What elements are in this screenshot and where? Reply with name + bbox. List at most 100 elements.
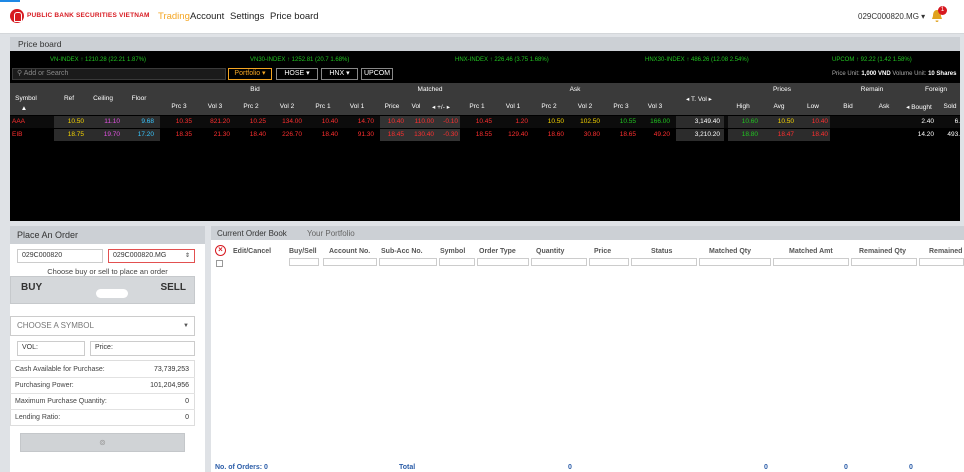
row-ask-prc2: 18.60 <box>547 131 564 138</box>
col-price[interactable]: Price <box>594 248 611 255</box>
hose-filter[interactable]: HOSE ▾ <box>276 68 318 80</box>
col-remained-qty[interactable]: Remained Qty <box>859 248 906 255</box>
row-low: 10.40 <box>811 118 828 125</box>
col-remained[interactable]: Remained <box>929 248 962 255</box>
portfolio-filter[interactable]: Portfolio ▾ <box>228 68 272 80</box>
row-symbol[interactable]: AAA <box>12 118 42 125</box>
filter-sub-acc-no[interactable] <box>379 258 437 266</box>
hnx-filter[interactable]: HNX ▾ <box>321 68 358 80</box>
row-ask-vol1: 1.20 <box>515 118 528 125</box>
price-unit-value: 1,000 VND <box>861 71 891 77</box>
notification-badge: 1 <box>938 6 947 15</box>
brand-logo-icon[interactable] <box>10 9 24 23</box>
upcom-filter[interactable]: UPCOM <box>361 68 393 80</box>
tab-your-portfolio[interactable]: Your Portfolio <box>307 229 355 238</box>
index-vn30[interactable]: VN30-INDEX ↑ 1252.81 (20.7 1.68%) <box>250 57 349 63</box>
index-vnindex[interactable]: VN-INDEX ↑ 1210.28 (22.21 1.87%) <box>50 57 146 63</box>
filter-remained-qty[interactable] <box>851 258 917 266</box>
col-matched-qty[interactable]: Matched Qty <box>709 248 751 255</box>
col-status[interactable]: Status <box>651 248 672 255</box>
col-order-type[interactable]: Order Type <box>479 248 516 255</box>
toggle-switch[interactable] <box>96 289 128 298</box>
col-ask-vol2: Vol 2 <box>577 103 593 110</box>
symbol-search-input[interactable]: ⚲ Add or Search <box>12 68 226 80</box>
row-low: 18.40 <box>811 131 828 138</box>
col-foreign-bought[interactable]: ◂ Bought <box>902 103 936 111</box>
row-bid-prc2: 10.25 <box>249 118 266 125</box>
submit-order-button[interactable]: ⊚ <box>20 433 185 452</box>
info-max-quantity: Maximum Purchase Quantity: 0 <box>10 394 195 410</box>
filter-account-no[interactable] <box>323 258 377 266</box>
board-row[interactable]: AAA 10.50 11.10 9.68 10.35 821.20 10.25 … <box>10 116 960 128</box>
col-symbol[interactable]: Symbol <box>12 95 40 102</box>
row-bid-vol2: 226.70 <box>282 131 302 138</box>
sub-account-select[interactable]: 029C000820.MG ⇕ <box>108 249 195 263</box>
info-label: Lending Ratio: <box>15 414 61 421</box>
symbol-select[interactable]: CHOOSE A SYMBOL ▼ <box>10 316 195 336</box>
filter-buy-sell[interactable] <box>289 258 319 266</box>
col-sub-acc-no[interactable]: Sub-Acc No. <box>381 248 423 255</box>
col-ask-prc2: Prc 2 <box>541 103 557 110</box>
account-number-field[interactable]: 029C000820 <box>17 249 103 263</box>
board-row[interactable]: EIB 18.75 19.70 17.20 18.35 21.30 18.40 … <box>10 129 960 141</box>
total-label: Total <box>399 464 416 471</box>
row-bid-vol3: 821.20 <box>210 118 230 125</box>
row-bid-vol1: 14.70 <box>357 118 374 125</box>
col-matched-amt[interactable]: Matched Amt <box>789 248 833 255</box>
filter-matched-qty[interactable] <box>699 258 771 266</box>
price-board: VN-INDEX ↑ 1210.28 (22.21 1.87%) VN30-IN… <box>10 51 960 221</box>
filter-order-type[interactable] <box>477 258 529 266</box>
cancel-all-icon[interactable]: × <box>215 245 226 256</box>
nav-price-board[interactable]: Price board <box>270 11 319 22</box>
row-high: 18.80 <box>741 131 758 138</box>
sell-label[interactable]: SELL <box>160 282 186 293</box>
unit-info: Price Unit: 1,000 VND Volume Unit: 10 Sh… <box>832 71 956 77</box>
account-menu[interactable]: 029C000820.MG ▾ <box>858 12 925 21</box>
filter-symbol[interactable] <box>439 258 475 266</box>
place-order-title: Place An Order <box>10 226 205 244</box>
select-all-checkbox[interactable] <box>216 260 223 267</box>
nav-settings[interactable]: Settings <box>230 11 264 22</box>
index-hnx30[interactable]: HNX30-INDEX ↑ 486.26 (12.08 2.54%) <box>645 57 749 63</box>
nav-account[interactable]: Account <box>190 11 224 22</box>
group-bid: Bid <box>250 86 260 93</box>
col-bid-vol2: Vol 2 <box>279 103 295 110</box>
sort-up-icon[interactable]: ▲ <box>18 105 30 112</box>
row-ask-vol3: 166.00 <box>650 118 670 125</box>
active-indicator <box>0 0 20 2</box>
col-account-no[interactable]: Account No. <box>329 248 370 255</box>
index-hnx[interactable]: HNX-INDEX ↑ 226.46 (3.75 1.68%) <box>455 57 549 63</box>
buy-label[interactable]: BUY <box>21 282 42 293</box>
row-ref: 18.75 <box>67 131 84 138</box>
col-buy-sell[interactable]: Buy/Sell <box>289 248 317 255</box>
volume-unit-label: Volume Unit: <box>892 71 927 77</box>
filter-status[interactable] <box>631 258 697 266</box>
volume-input[interactable]: VOL: <box>17 341 85 356</box>
row-bid-prc2: 18.40 <box>249 131 266 138</box>
col-symbol[interactable]: Symbol <box>440 248 465 255</box>
row-total-vol: 3,210.20 <box>694 131 720 138</box>
group-prices: Prices <box>772 86 792 93</box>
col-total-vol[interactable]: ◂ T. Vol ▸ <box>676 95 722 103</box>
total-value: 0 <box>764 464 768 471</box>
chevron-down-icon: ▼ <box>183 323 189 329</box>
nav-trading[interactable]: Trading <box>158 11 190 22</box>
row-high: 10.60 <box>741 118 758 125</box>
col-high: High <box>736 103 750 110</box>
filter-quantity[interactable] <box>531 258 587 266</box>
price-input[interactable]: Price: <box>90 341 195 356</box>
col-edit-cancel[interactable]: Edit/Cancel <box>233 248 271 255</box>
col-ask-prc3: Prc 3 <box>613 103 629 110</box>
row-symbol[interactable]: EIB <box>12 131 42 138</box>
index-upcom[interactable]: UPCOM ↑ 92.22 (1.42 1.58%) <box>832 57 912 63</box>
col-quantity[interactable]: Quantity <box>536 248 564 255</box>
filter-remained[interactable] <box>919 258 964 266</box>
info-value: 0 <box>185 414 189 421</box>
filter-matched-amt[interactable] <box>773 258 849 266</box>
buy-sell-toggle[interactable]: BUY SELL <box>10 276 195 304</box>
row-ask-vol2: 102.50 <box>580 118 600 125</box>
col-matched-change[interactable]: ◂ +/- ▸ <box>426 103 456 111</box>
board-header: Symbol ▲ Ref Ceiling Floor Bid Prc 3 Vol… <box>10 83 960 115</box>
tab-current-order-book[interactable]: Current Order Book <box>217 229 287 238</box>
filter-price[interactable] <box>589 258 629 266</box>
